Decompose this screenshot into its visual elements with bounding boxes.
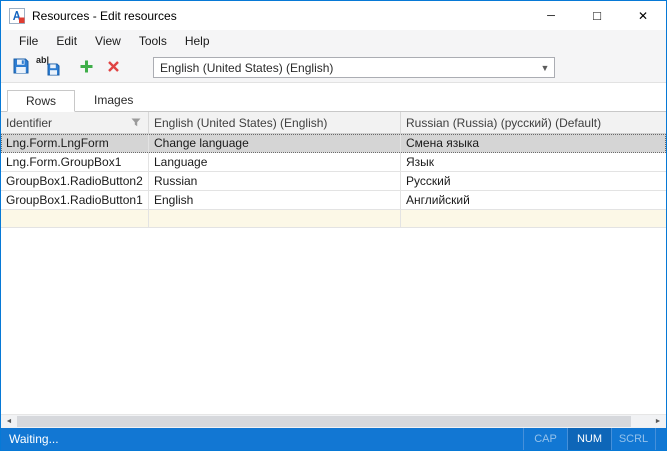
column-header-identifier-label: Identifier — [6, 116, 52, 130]
column-header-russian-label: Russian (Russia) (русский) (Default) — [406, 116, 601, 130]
language-combobox-value: English (United States) (English) — [160, 61, 536, 75]
delete-x-icon — [107, 60, 120, 76]
tab-rows-label: Rows — [26, 94, 56, 108]
save-as-button[interactable]: ab| — [34, 55, 61, 80]
cell-english[interactable]: Language — [149, 153, 401, 171]
close-button[interactable]: ✕ — [620, 1, 666, 30]
cell-identifier[interactable]: Lng.Form.LngForm — [1, 134, 149, 152]
status-bar: Waiting... CAP NUM SCRL — [1, 428, 666, 450]
lock-indicators: CAP NUM SCRL — [523, 428, 656, 450]
menu-bar: File Edit View Tools Help — [1, 30, 666, 53]
table-new-row[interactable] — [1, 210, 666, 228]
scroll-right-arrow[interactable]: ► — [650, 415, 666, 428]
tab-images-label: Images — [94, 93, 133, 107]
column-header-english-label: English (United States) (English) — [154, 116, 327, 130]
app-icon — [9, 8, 25, 24]
tab-images[interactable]: Images — [75, 89, 152, 111]
save-as-icon — [47, 63, 60, 79]
column-header-russian[interactable]: Russian (Russia) (русский) (Default) — [401, 112, 666, 133]
table-row[interactable]: GroupBox1.RadioButton1 English Английски… — [1, 191, 666, 210]
delete-row-button[interactable] — [100, 55, 127, 80]
table-row[interactable]: GroupBox1.RadioButton2 Russian Русский — [1, 172, 666, 191]
scroll-left-arrow[interactable]: ◄ — [1, 415, 17, 428]
cell-english[interactable]: Change language — [149, 134, 401, 152]
chevron-down-icon[interactable]: ▼ — [536, 63, 554, 73]
cell-russian[interactable]: Смена языка — [401, 134, 666, 152]
cell-russian[interactable]: Английский — [401, 191, 666, 209]
language-combobox[interactable]: English (United States) (English) ▼ — [153, 57, 555, 78]
cell-identifier[interactable]: Lng.Form.GroupBox1 — [1, 153, 149, 171]
window-title: Resources - Edit resources — [32, 9, 177, 23]
scrollbar-thumb[interactable] — [17, 416, 631, 427]
toolbar: ab| English (U — [1, 53, 666, 83]
minimize-button[interactable]: ─ — [528, 1, 574, 30]
resource-table: Identifier English (United States) (Engl… — [1, 112, 666, 428]
table-row[interactable]: Lng.Form.GroupBox1 Language Язык — [1, 153, 666, 172]
caption-buttons: ─ □ ✕ — [528, 1, 666, 30]
menu-help[interactable]: Help — [176, 30, 219, 53]
title-bar: Resources - Edit resources ─ □ ✕ — [1, 1, 666, 30]
menu-view[interactable]: View — [86, 30, 130, 53]
menu-tools[interactable]: Tools — [130, 30, 176, 53]
cell-english-empty[interactable] — [149, 210, 401, 227]
maximize-icon: □ — [593, 8, 601, 23]
scrollbar-track[interactable] — [17, 415, 650, 428]
cell-identifier[interactable]: GroupBox1.RadioButton1 — [1, 191, 149, 209]
tab-strip: Rows Images — [1, 83, 666, 112]
cell-russian[interactable]: Язык — [401, 153, 666, 171]
close-icon: ✕ — [638, 9, 648, 23]
status-text: Waiting... — [1, 432, 59, 446]
minimize-icon: ─ — [547, 10, 555, 22]
indicator-num-lock: NUM — [567, 428, 611, 450]
save-button[interactable] — [7, 55, 34, 80]
column-header-identifier[interactable]: Identifier — [1, 112, 149, 133]
cell-english[interactable]: Russian — [149, 172, 401, 190]
cell-english[interactable]: English — [149, 191, 401, 209]
menu-edit[interactable]: Edit — [47, 30, 86, 53]
tab-rows[interactable]: Rows — [7, 90, 75, 112]
filter-icon[interactable] — [131, 118, 141, 127]
horizontal-scrollbar[interactable]: ◄ ► — [1, 414, 666, 428]
app-window: Resources - Edit resources ─ □ ✕ File Ed… — [0, 0, 667, 451]
add-row-button[interactable] — [73, 55, 100, 80]
table-row-selected[interactable]: Lng.Form.LngForm Change language Смена я… — [1, 134, 666, 153]
cell-identifier-empty[interactable] — [1, 210, 149, 227]
column-header-english[interactable]: English (United States) (English) — [149, 112, 401, 133]
plus-icon — [79, 59, 94, 77]
cell-russian-empty[interactable] — [401, 210, 666, 227]
table-header: Identifier English (United States) (Engl… — [1, 112, 666, 134]
maximize-button[interactable]: □ — [574, 1, 620, 30]
cell-identifier[interactable]: GroupBox1.RadioButton2 — [1, 172, 149, 190]
table-empty-area — [1, 228, 666, 414]
indicator-caps-lock: CAP — [523, 428, 567, 450]
menu-file[interactable]: File — [10, 30, 47, 53]
cell-russian[interactable]: Русский — [401, 172, 666, 190]
indicator-scroll-lock: SCRL — [611, 428, 655, 450]
save-icon — [12, 57, 30, 78]
table-body: Lng.Form.LngForm Change language Смена я… — [1, 134, 666, 228]
